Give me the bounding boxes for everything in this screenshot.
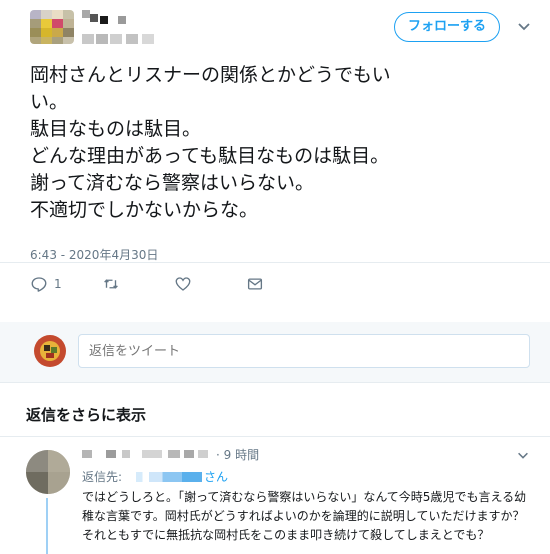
tweet-actions: 1	[30, 272, 290, 296]
tweet-timestamp[interactable]: 6:43 - 2020年4月30日	[30, 246, 158, 263]
reply-text: ではどうしろと。「謝って済むなら警察はいらない」なんて今時5歳児でも言える幼稚な…	[82, 490, 527, 542]
reply-compose-row	[0, 322, 550, 382]
reply-icon	[31, 277, 47, 292]
chevron-down-icon[interactable]	[516, 448, 530, 462]
username-redacted[interactable]	[82, 34, 162, 46]
envelope-icon	[247, 278, 263, 290]
tweet-header: フォローする	[0, 0, 550, 58]
follow-button[interactable]: フォローする	[394, 12, 500, 42]
reply-count: 1	[54, 277, 62, 291]
retweet-icon	[104, 279, 118, 289]
divider	[0, 382, 550, 383]
chevron-down-icon[interactable]	[516, 18, 532, 34]
tweet-text: 岡村さんとリスナーの関係とかどうでもい い。 駄目なものは駄目。 どんな理由があ…	[30, 64, 391, 221]
mention-redacted[interactable]	[136, 471, 203, 482]
own-avatar[interactable]	[34, 335, 66, 367]
replier-name-redacted[interactable]	[82, 448, 212, 460]
like-button[interactable]	[174, 272, 192, 296]
reply-button[interactable]: 1	[30, 272, 62, 296]
retweet-button[interactable]	[102, 272, 120, 296]
thread-reply[interactable]: · 9 時間 返信先: さん ではどうしろと。「謝って済むなら警察はいらない」な…	[0, 436, 550, 554]
replier-avatar[interactable]	[26, 450, 70, 494]
dm-button[interactable]	[246, 272, 264, 296]
thread-connector	[46, 498, 48, 554]
reply-input[interactable]	[78, 334, 530, 368]
reply-to-line: 返信先: さん	[82, 468, 228, 485]
display-name-redacted[interactable]	[82, 10, 142, 24]
more-replies-heading: 返信をさらに表示	[26, 406, 147, 424]
reply-time[interactable]: · 9 時間	[216, 446, 259, 463]
heart-icon	[175, 277, 191, 291]
reply-to-label: 返信先:	[82, 470, 123, 484]
divider	[0, 262, 550, 263]
reply-to-suffix[interactable]: さん	[204, 468, 228, 485]
user-avatar[interactable]	[30, 10, 74, 44]
